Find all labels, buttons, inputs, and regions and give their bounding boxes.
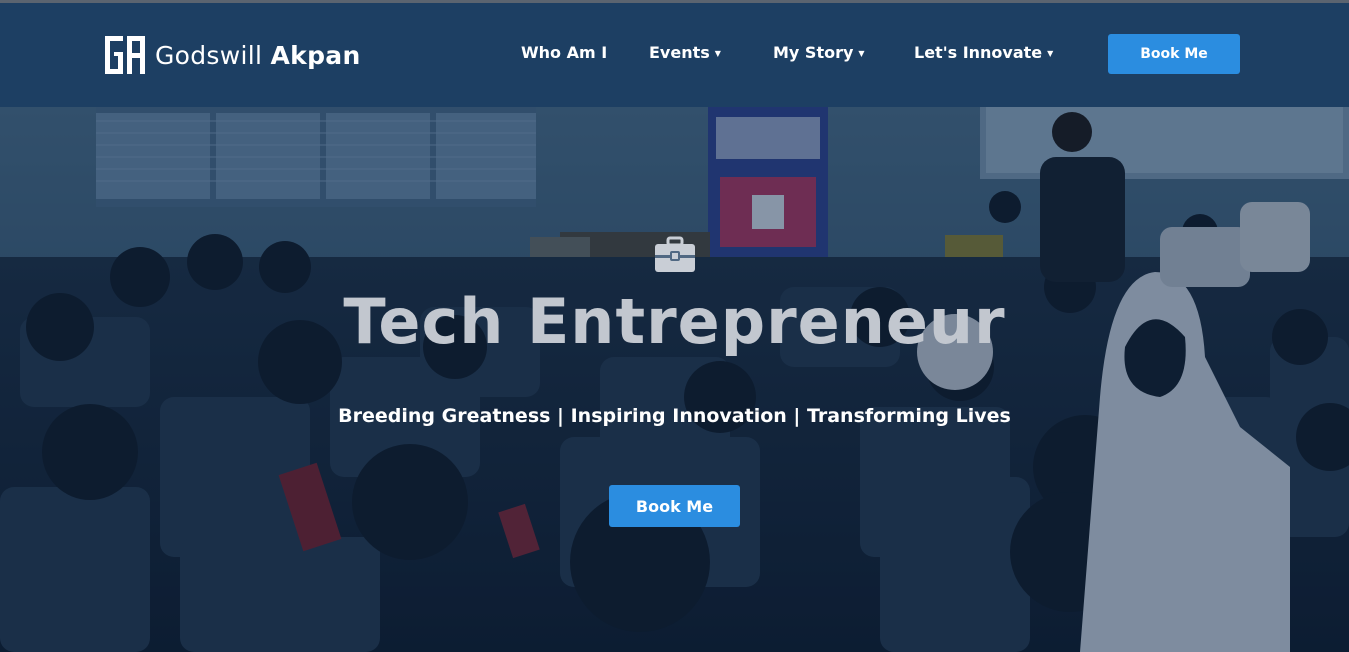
- ga-monogram-logo-icon: [105, 36, 145, 74]
- nav-item-lets-innovate[interactable]: Let's Innovate ▼: [914, 43, 1053, 62]
- nav-item-events[interactable]: Events ▼: [649, 43, 721, 62]
- hero-section: Tech Entrepreneur Breeding Greatness | I…: [0, 107, 1349, 652]
- caret-down-icon: ▼: [858, 49, 865, 58]
- nav-item-label: Events: [649, 43, 710, 62]
- book-me-hero-button[interactable]: Book Me: [609, 485, 740, 527]
- brand-last-name: Akpan: [270, 40, 361, 70]
- nav-item-label: Who Am I: [521, 43, 608, 62]
- nav-item-who-am-i[interactable]: Who Am I: [521, 43, 607, 62]
- nav-item-label: My Story: [773, 43, 854, 62]
- navbar: Godswill Akpan Who Am I Events ▼ My Stor…: [0, 3, 1349, 107]
- nav-item-my-story[interactable]: My Story ▼: [773, 43, 865, 62]
- brand-logo[interactable]: Godswill Akpan: [104, 34, 361, 76]
- nav-item-label: Let's Innovate: [914, 43, 1043, 62]
- hero-title: Tech Entrepreneur: [343, 285, 1006, 358]
- caret-down-icon: ▼: [1047, 49, 1054, 58]
- book-me-nav-button[interactable]: Book Me: [1108, 34, 1240, 74]
- briefcase-icon: [655, 236, 695, 272]
- caret-down-icon: ▼: [714, 49, 721, 58]
- hero-overlay: [0, 107, 1349, 652]
- brand-name: Godswill Akpan: [155, 41, 361, 70]
- hero-subtitle: Breeding Greatness | Inspiring Innovatio…: [338, 405, 1011, 427]
- brand-first-name: Godswill: [155, 40, 263, 70]
